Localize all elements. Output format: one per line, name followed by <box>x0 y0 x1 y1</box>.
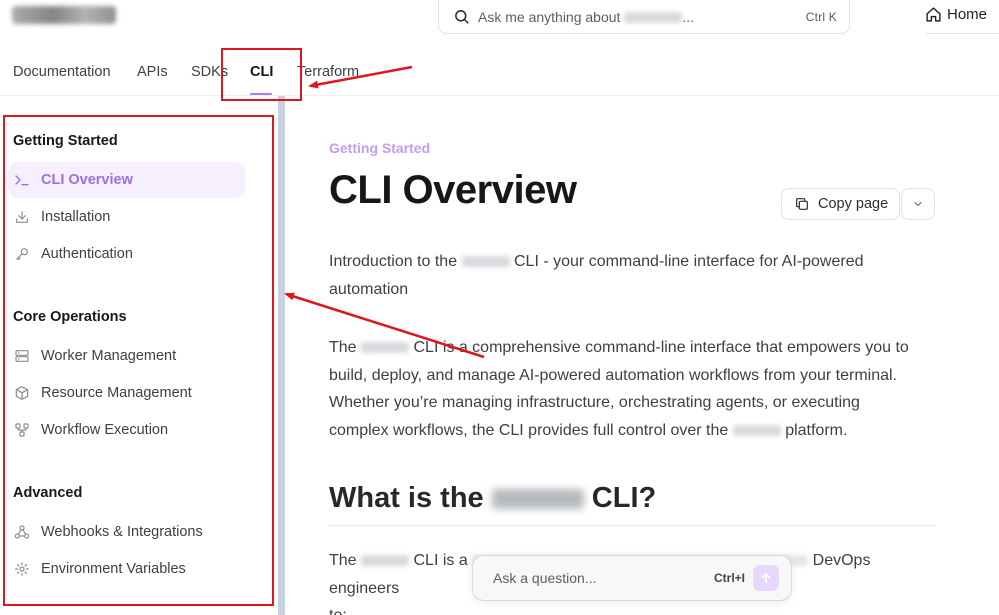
annotation-box-sidebar <box>3 115 274 606</box>
page-title: CLI Overview <box>329 168 577 212</box>
copy-options-button[interactable] <box>901 188 935 220</box>
search-placeholder: Ask me anything about ... <box>478 8 694 25</box>
arrow-up-icon <box>761 573 771 583</box>
description-paragraph: The CLI is a comprehensive command-line … <box>329 339 909 439</box>
home-link[interactable]: Home <box>925 6 987 23</box>
tab-terraform[interactable]: Terraform <box>297 64 359 80</box>
tab-documentation[interactable]: Documentation <box>13 64 111 80</box>
sidebar-scrollbar[interactable] <box>278 96 285 615</box>
intro-paragraph: Introduction to the CLI - your command-l… <box>329 253 864 298</box>
search-shortcut: Ctrl K <box>805 9 837 24</box>
send-button[interactable] <box>753 565 779 591</box>
ask-question-box[interactable]: Ask a question... Ctrl+I <box>472 555 792 601</box>
home-icon <box>926 7 941 22</box>
copy-icon <box>796 198 808 210</box>
brand-logo[interactable] <box>12 6 116 24</box>
chevron-down-icon <box>914 201 922 207</box>
tab-apis[interactable]: APIs <box>137 64 168 80</box>
product-tabs: Documentation APIs SDKs CLI Terraform <box>0 48 999 96</box>
annotation-box-cli-tab <box>221 48 302 101</box>
header-divider <box>926 33 999 34</box>
breadcrumb[interactable]: Getting Started <box>329 140 430 156</box>
main-content: Getting Started CLI Overview Copy page I… <box>329 96 935 615</box>
search-icon <box>455 10 469 24</box>
search-bar[interactable]: Ask me anything about ... Ctrl K <box>438 0 850 34</box>
copy-page-button[interactable]: Copy page <box>781 188 900 220</box>
copy-page-label: Copy page <box>818 196 889 212</box>
home-label: Home <box>947 6 988 23</box>
ask-shortcut: Ctrl+I <box>713 571 745 585</box>
section-heading: What is the CLI? <box>329 482 935 526</box>
ask-input[interactable]: Ask a question... <box>493 570 597 586</box>
